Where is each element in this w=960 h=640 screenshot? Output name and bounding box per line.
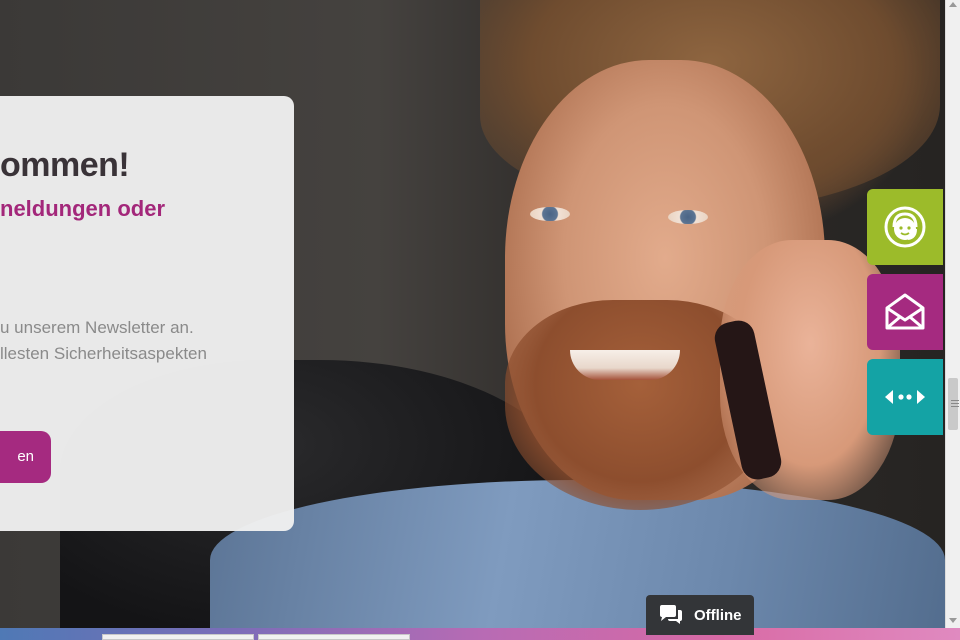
newsletter-button[interactable] [867,274,943,350]
arrows-icon [885,390,925,404]
chat-bubbles-icon [660,605,682,624]
taskbar-tab[interactable] [258,634,410,640]
scrollbar-thumb[interactable] [948,378,959,430]
scroll-up-icon[interactable] [949,2,957,7]
welcome-subtitle: neldungen oder [0,196,165,221]
compare-button[interactable] [867,359,943,435]
hero-eye-left [530,207,570,221]
hero-shirt [210,480,945,628]
hero-eye-right [668,210,708,224]
taskbar-tab[interactable] [102,634,254,640]
vertical-scrollbar[interactable] [945,0,960,628]
welcome-title: ommen! [0,146,130,184]
hero-mouth [570,350,680,380]
scroll-down-icon[interactable] [949,618,957,623]
welcome-text-line1: u unserem Newsletter an. [0,318,194,337]
mail-icon [885,293,925,330]
support-agent-icon [884,206,926,248]
welcome-text-line2: llesten Sicherheitsaspekten [0,344,207,363]
support-button[interactable] [867,189,943,265]
welcome-cta-button[interactable]: en [0,431,51,483]
chat-widget[interactable]: Offline [646,595,754,635]
chat-status-label: Offline [694,606,742,624]
